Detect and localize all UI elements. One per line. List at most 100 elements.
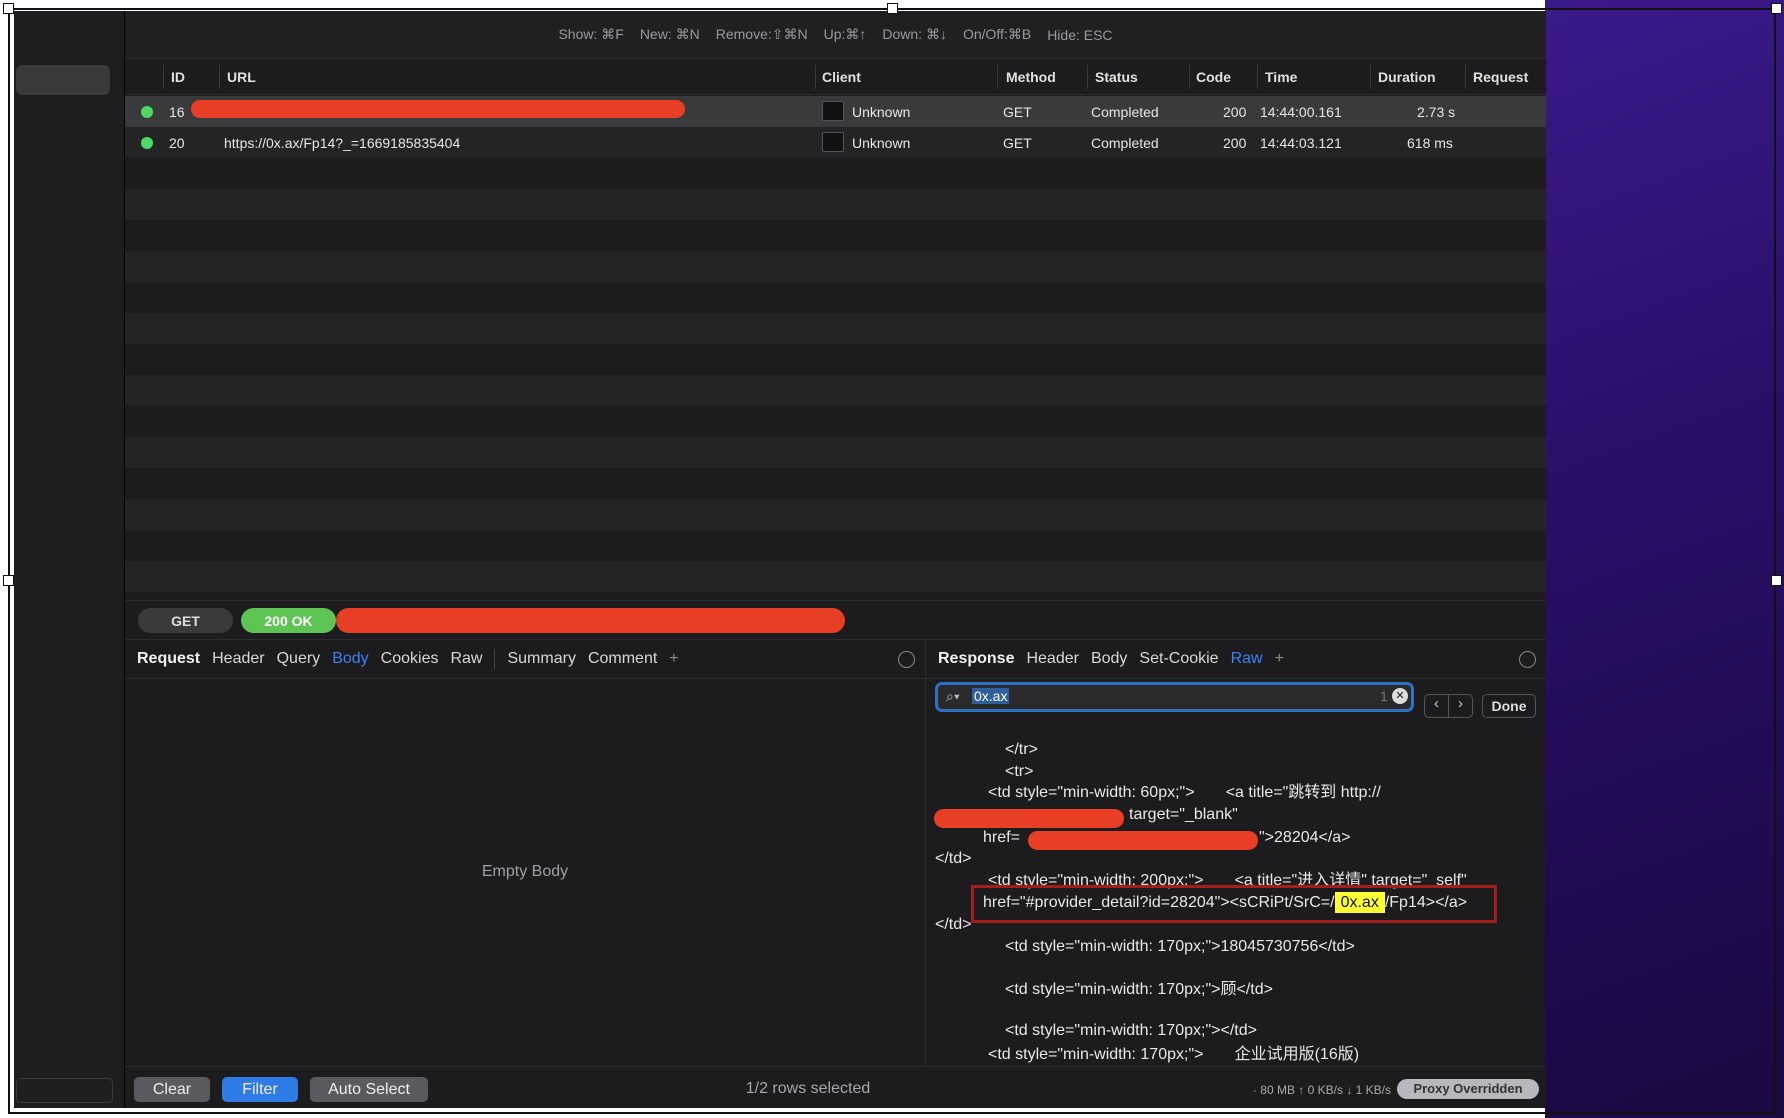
redacted-text: [1028, 831, 1258, 850]
col-time[interactable]: Time: [1265, 69, 1297, 85]
annotation-box: [971, 885, 1497, 923]
row-id: 20: [169, 135, 185, 151]
terminal-icon: [822, 132, 844, 152]
empty-row: [125, 530, 1546, 561]
add-tab-button[interactable]: +: [1275, 650, 1284, 668]
filter-button[interactable]: Filter: [222, 1077, 298, 1102]
col-method[interactable]: Method: [1006, 69, 1056, 85]
empty-row: [125, 468, 1546, 499]
tab-comment[interactable]: Comment: [588, 650, 657, 668]
table-header: ID URL Client Method Status Code Time Du…: [125, 59, 1546, 95]
clear-button[interactable]: Clear: [134, 1077, 210, 1102]
prev-match-button[interactable]: ‹: [1425, 695, 1449, 717]
row-method: GET: [1003, 104, 1032, 120]
table-row[interactable]: 16 Unknown GET Completed 200 14:44:00.16…: [125, 96, 1546, 127]
match-count: 1: [1380, 688, 1388, 704]
tab-set-cookie[interactable]: Set-Cookie: [1139, 650, 1218, 668]
code-line: </tr>: [1005, 741, 1038, 758]
empty-row: [125, 499, 1546, 530]
shortcut-remove: Remove:⇧⌘N: [715, 26, 808, 42]
col-status[interactable]: Status: [1095, 69, 1138, 85]
col-request[interactable]: Request: [1473, 69, 1528, 85]
tab-query[interactable]: Query: [277, 650, 321, 668]
resize-handle[interactable]: [3, 3, 14, 14]
col-url[interactable]: URL: [227, 69, 256, 85]
shortcut-hints: Show: ⌘F New: ⌘N Remove:⇧⌘N Up:⌘↑ Down: …: [125, 11, 1546, 59]
network-stats: · 80 MB ↑ 0 KB/s ↓ 1 KB/s: [1252, 1083, 1391, 1097]
status-badge: 200 OK: [241, 608, 336, 633]
status-dot: [141, 137, 153, 149]
tab-header[interactable]: Header: [1026, 650, 1078, 668]
response-title: Response: [938, 650, 1015, 667]
code-line: <td style="min-width: 170px;"> 企业试用版(16版…: [988, 1046, 1360, 1063]
code-line: target="_blank": [1129, 806, 1238, 823]
request-tabs: Request Header Query Body Cookies Raw Su…: [125, 639, 925, 679]
empty-row: [125, 344, 1546, 375]
code-line: </td>: [935, 850, 972, 867]
app-window: Show: ⌘F New: ⌘N Remove:⇧⌘N Up:⌘↑ Down: …: [124, 11, 1546, 1108]
resize-handle[interactable]: [1771, 575, 1782, 586]
code-line: <td style="min-width: 60px;"> <a title="…: [988, 784, 1381, 801]
tab-separator: [494, 649, 496, 669]
tab-raw[interactable]: Raw: [1231, 650, 1263, 668]
col-duration[interactable]: Duration: [1378, 69, 1436, 85]
col-code[interactable]: Code: [1196, 69, 1231, 85]
code-line: <td style="min-width: 170px;">顾</td>: [1005, 981, 1273, 998]
sidebar-item-selected[interactable]: [16, 65, 110, 95]
col-client[interactable]: Client: [822, 69, 861, 85]
search-icon: ⌕▾: [946, 688, 960, 704]
next-match-button[interactable]: ›: [1449, 695, 1472, 717]
tab-body[interactable]: Body: [332, 650, 368, 668]
code-line: <tr>: [1005, 763, 1034, 780]
add-tab-button[interactable]: +: [669, 650, 678, 668]
empty-row: [125, 220, 1546, 251]
row-method: GET: [1003, 135, 1032, 151]
empty-row: [125, 189, 1546, 220]
empty-row: [125, 313, 1546, 344]
redacted-url: [336, 608, 845, 633]
tab-body[interactable]: Body: [1091, 650, 1127, 668]
resize-handle[interactable]: [1771, 3, 1782, 14]
proxy-status-badge[interactable]: Proxy Overridden: [1397, 1079, 1539, 1099]
col-id[interactable]: ID: [171, 69, 185, 85]
resize-handle[interactable]: [887, 3, 898, 14]
tab-header[interactable]: Header: [212, 650, 264, 668]
clear-search-icon[interactable]: ✕: [1392, 688, 1408, 704]
request-status-bar: GET 200 OK: [125, 600, 1546, 639]
empty-row: [125, 251, 1546, 282]
tab-raw[interactable]: Raw: [450, 650, 482, 668]
filter-icon[interactable]: [898, 651, 915, 668]
resize-handle[interactable]: [3, 575, 14, 586]
shortcut-show: Show: ⌘F: [558, 26, 624, 42]
row-code: 200: [1223, 135, 1247, 151]
search-input[interactable]: ⌕▾ 0x.ax 1 ✕: [935, 682, 1414, 712]
empty-row: [125, 406, 1546, 437]
row-url: https://0x.ax/Fp14?_=1669185835404: [224, 135, 461, 151]
code-line: ">28204</a>: [1259, 829, 1351, 846]
shortcut-onoff: On/Off:⌘B: [962, 26, 1032, 42]
code-line: <td style="min-width: 170px;">1804573075…: [1005, 938, 1355, 955]
shortcut-down: Down: ⌘↓: [882, 26, 947, 42]
row-duration: 2.73 s: [1417, 104, 1456, 120]
shortcut-hide: Hide: ESC: [1047, 26, 1113, 43]
selection-count: 1/2 rows selected: [745, 1080, 871, 1097]
done-button[interactable]: Done: [1482, 694, 1536, 718]
code-line: <td style="min-width: 170px;"></td>: [1005, 1022, 1257, 1039]
status-dot: [141, 106, 153, 118]
shortcut-new: New: ⌘N: [639, 26, 700, 42]
empty-row: [125, 282, 1546, 313]
tab-cookies[interactable]: Cookies: [381, 650, 439, 668]
table-row[interactable]: 20 https://0x.ax/Fp14?_=1669185835404 Un…: [125, 127, 1546, 158]
request-title: Request: [137, 650, 201, 667]
sidebar-filter-input[interactable]: [16, 1078, 113, 1103]
tab-summary[interactable]: Summary: [507, 650, 575, 668]
terminal-icon: [822, 101, 844, 121]
row-time: 14:44:00.161: [1260, 104, 1342, 120]
desktop-background: [1545, 0, 1784, 1118]
filter-icon[interactable]: [1519, 651, 1536, 668]
auto-select-button[interactable]: Auto Select: [310, 1077, 428, 1102]
bottom-toolbar: Clear Filter Auto Select 1/2 rows select…: [125, 1066, 1546, 1108]
method-badge: GET: [138, 608, 233, 633]
row-status: Completed: [1091, 104, 1159, 120]
row-client: Unknown: [852, 135, 911, 151]
